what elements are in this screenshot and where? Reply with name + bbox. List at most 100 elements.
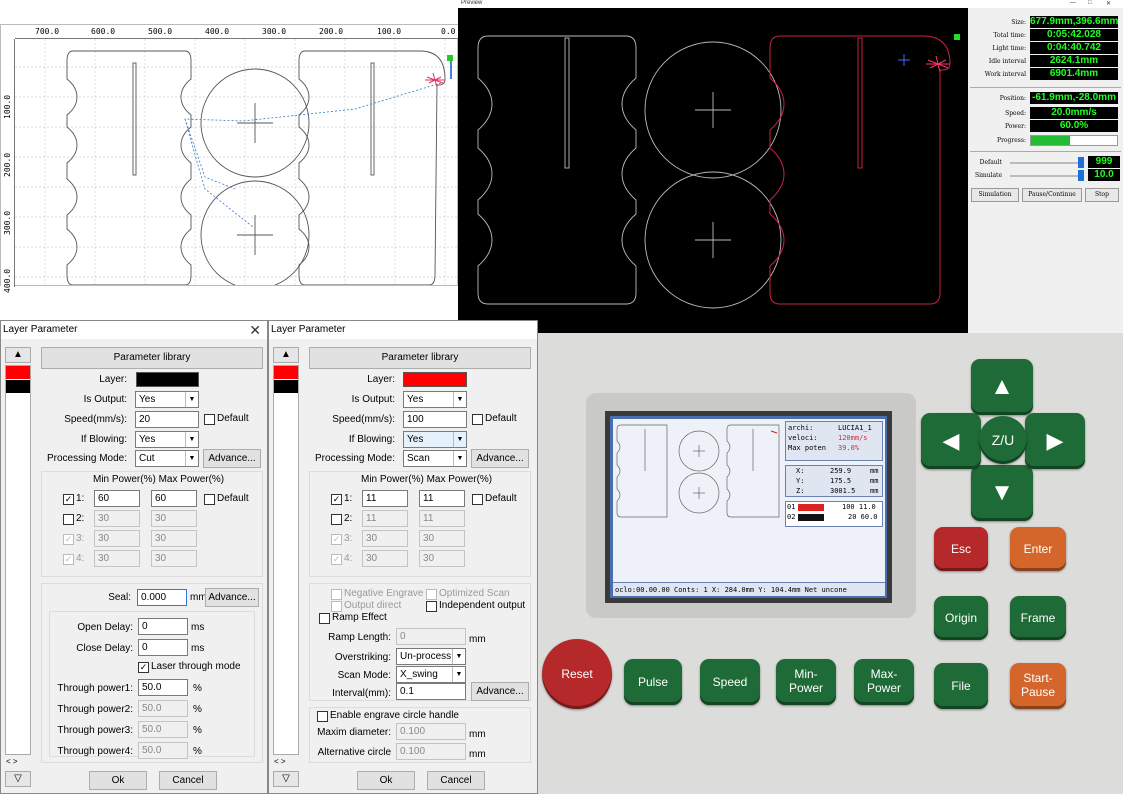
ramp-effect-checkbox[interactable] (319, 613, 330, 624)
pulse-button[interactable]: Pulse (624, 659, 682, 705)
scroll-down-button[interactable]: ▽ (5, 771, 31, 787)
speed-input[interactable]: 20 (135, 411, 199, 428)
right-arrow-button[interactable]: ▶ (1025, 413, 1085, 469)
power-2-checkbox[interactable] (63, 514, 74, 525)
speed-input[interactable]: 100 (403, 411, 467, 428)
seal-advance-button[interactable]: Advance... (205, 588, 259, 607)
if-blowing-select[interactable]: Yes ▼ (403, 431, 467, 448)
layer-list[interactable] (273, 365, 299, 755)
min-power-2-input[interactable]: 30 (94, 510, 140, 527)
independent-output-checkbox[interactable] (426, 601, 437, 612)
maximize-icon[interactable]: □ (1088, 0, 1092, 6)
power-1-checkbox[interactable]: ✓ (331, 494, 342, 505)
power-3-checkbox: ✓ (63, 534, 74, 545)
lcd-status-text: oclo:00.00.00 Conts: 1 X: 284.0mm Y: 104… (615, 586, 847, 594)
through-power-1-label: Through power1: (57, 683, 133, 694)
stat-value: 6901.4mm (1030, 68, 1118, 80)
scroll-up-button[interactable]: ▲ (5, 347, 31, 363)
through-power-1-input[interactable]: 50.0 (138, 679, 188, 696)
layer-swatch-red[interactable] (274, 366, 298, 379)
scan-mode-select[interactable]: X_swing ▼ (396, 666, 466, 683)
lcd-layer-2-color (798, 514, 824, 521)
through-power-2-label: Through power2: (57, 704, 133, 715)
close-icon[interactable]: ✕ (1106, 0, 1111, 7)
processing-mode-select[interactable]: Cut ▼ (135, 450, 199, 467)
esc-button[interactable]: Esc (934, 527, 988, 571)
slider-thumb[interactable] (1078, 157, 1084, 168)
left-arrow-button[interactable]: ◀ (921, 413, 981, 469)
seal-input[interactable]: 0.000 (137, 589, 187, 606)
parameter-library-button[interactable]: Parameter library (41, 347, 263, 369)
ok-button[interactable]: Ok (89, 771, 147, 790)
layer-swatch-red[interactable] (6, 366, 30, 379)
is-output-select[interactable]: Yes ▼ (135, 391, 199, 408)
interval-advance-button[interactable]: Advance... (471, 682, 529, 701)
start-pause-button[interactable]: Start- Pause (1010, 663, 1066, 709)
engrave-circle-checkbox[interactable] (317, 711, 328, 722)
pause-continue-button[interactable]: Pause/Continue (1022, 188, 1082, 202)
power-default-checkbox[interactable] (472, 494, 483, 505)
scroll-arrows[interactable]: < > (6, 755, 18, 769)
origin-button[interactable]: Origin (934, 596, 988, 640)
max-power-1-input[interactable]: 11 (419, 490, 465, 507)
simulation-button[interactable]: Simulation (971, 188, 1019, 202)
layer-swatch-black[interactable] (274, 380, 298, 393)
min-power-1-input[interactable]: 11 (362, 490, 408, 507)
advance-button[interactable]: Advance... (203, 449, 261, 468)
cancel-button[interactable]: Cancel (427, 771, 485, 790)
frame-button[interactable]: Frame (1010, 596, 1066, 640)
speed-button[interactable]: Speed (700, 659, 760, 705)
layer-list[interactable] (5, 365, 31, 755)
max-power-button[interactable]: Max- Power (854, 659, 914, 705)
parameter-library-button[interactable]: Parameter library (309, 347, 531, 369)
open-delay-input[interactable]: 0 (138, 618, 188, 635)
close-delay-input[interactable]: 0 (138, 639, 188, 656)
max-power-1-input[interactable]: 60 (151, 490, 197, 507)
max-power-2-input[interactable]: 30 (151, 510, 197, 527)
is-output-select[interactable]: Yes ▼ (403, 391, 467, 408)
min-power-2-input[interactable]: 11 (362, 510, 408, 527)
cancel-button[interactable]: Cancel (159, 771, 217, 790)
scroll-arrows[interactable]: < > (274, 755, 286, 769)
enter-button[interactable]: Enter (1010, 527, 1066, 571)
laser-through-checkbox[interactable]: ✓ (138, 662, 149, 673)
interval-input[interactable]: 0.1 (396, 683, 466, 700)
slider-thumb[interactable] (1078, 170, 1084, 181)
through-power-4-label: Through power4: (57, 746, 133, 757)
scroll-up-button[interactable]: ▲ (273, 347, 299, 363)
zu-button[interactable]: Z/U (979, 416, 1027, 464)
scroll-down-button[interactable]: ▽ (273, 771, 299, 787)
ok-button[interactable]: Ok (357, 771, 415, 790)
power-2-checkbox[interactable] (331, 514, 342, 525)
close-icon[interactable]: ✕ (249, 321, 261, 339)
max-power-2-input[interactable]: 11 (419, 510, 465, 527)
up-arrow-button[interactable]: ▲ (971, 359, 1033, 415)
design-canvas[interactable]: 700.0 600.0 500.0 400.0 300.0 200.0 100.… (0, 24, 459, 293)
default-value: 999 (1088, 156, 1120, 168)
min-power-button[interactable]: Min- Power (776, 659, 836, 705)
stop-button[interactable]: Stop (1085, 188, 1119, 202)
lcd-layer-1-values: 100 11.0 (842, 503, 876, 511)
stat-value: 677.9mm,396.6mm (1030, 16, 1119, 28)
if-blowing-select[interactable]: Yes ▼ (135, 431, 199, 448)
power-1-checkbox[interactable]: ✓ (63, 494, 74, 505)
min-power-1-input[interactable]: 60 (94, 490, 140, 507)
simulate-slider[interactable] (1010, 170, 1084, 181)
overstriking-select[interactable]: Un-process ▼ (396, 648, 466, 665)
down-arrow-button[interactable]: ▼ (971, 465, 1033, 521)
layer-color-box[interactable] (136, 372, 199, 387)
layer-color-box[interactable] (403, 372, 467, 387)
lcd-y-label: Y: (796, 477, 805, 485)
file-button[interactable]: File (934, 663, 988, 709)
default-slider[interactable] (1010, 157, 1084, 168)
minimize-icon[interactable]: — (1070, 0, 1076, 6)
percent-unit: % (193, 746, 202, 757)
speed-default-checkbox[interactable] (204, 414, 215, 425)
lcd-maxpot-value: 39.0% (838, 444, 860, 452)
power-default-checkbox[interactable] (204, 494, 215, 505)
reset-button[interactable]: Reset (542, 639, 612, 709)
processing-mode-select[interactable]: Scan ▼ (403, 450, 467, 467)
advance-button[interactable]: Advance... (471, 449, 529, 468)
layer-swatch-black[interactable] (6, 380, 30, 393)
speed-default-checkbox[interactable] (472, 414, 483, 425)
